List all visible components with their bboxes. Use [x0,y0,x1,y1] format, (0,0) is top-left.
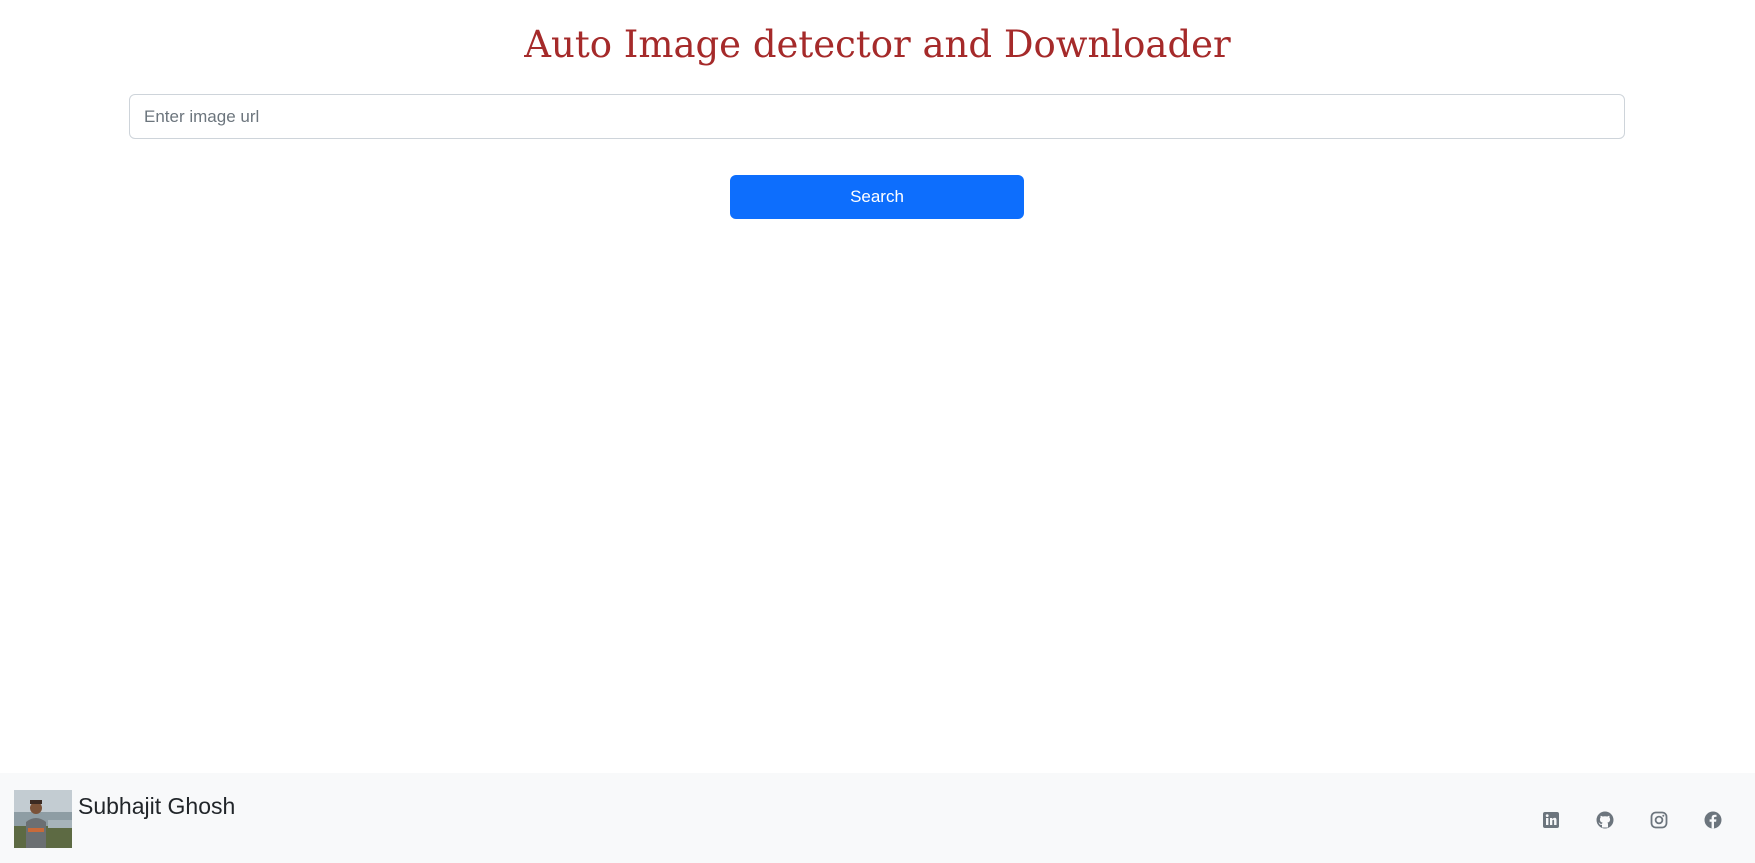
avatar [14,790,72,848]
author-name: Subhajit Ghosh [78,793,236,819]
search-button[interactable]: Search [730,175,1024,219]
github-icon[interactable] [1595,810,1615,830]
facebook-icon[interactable] [1703,810,1723,830]
image-url-input[interactable] [129,94,1625,139]
footer: Subhajit Ghosh [0,773,1755,863]
linkedin-icon[interactable] [1541,810,1561,830]
instagram-icon[interactable] [1649,810,1669,830]
page-title: Auto Image detector and Downloader [524,23,1231,66]
page: Auto Image detector and Downloader Searc… [0,0,1755,863]
